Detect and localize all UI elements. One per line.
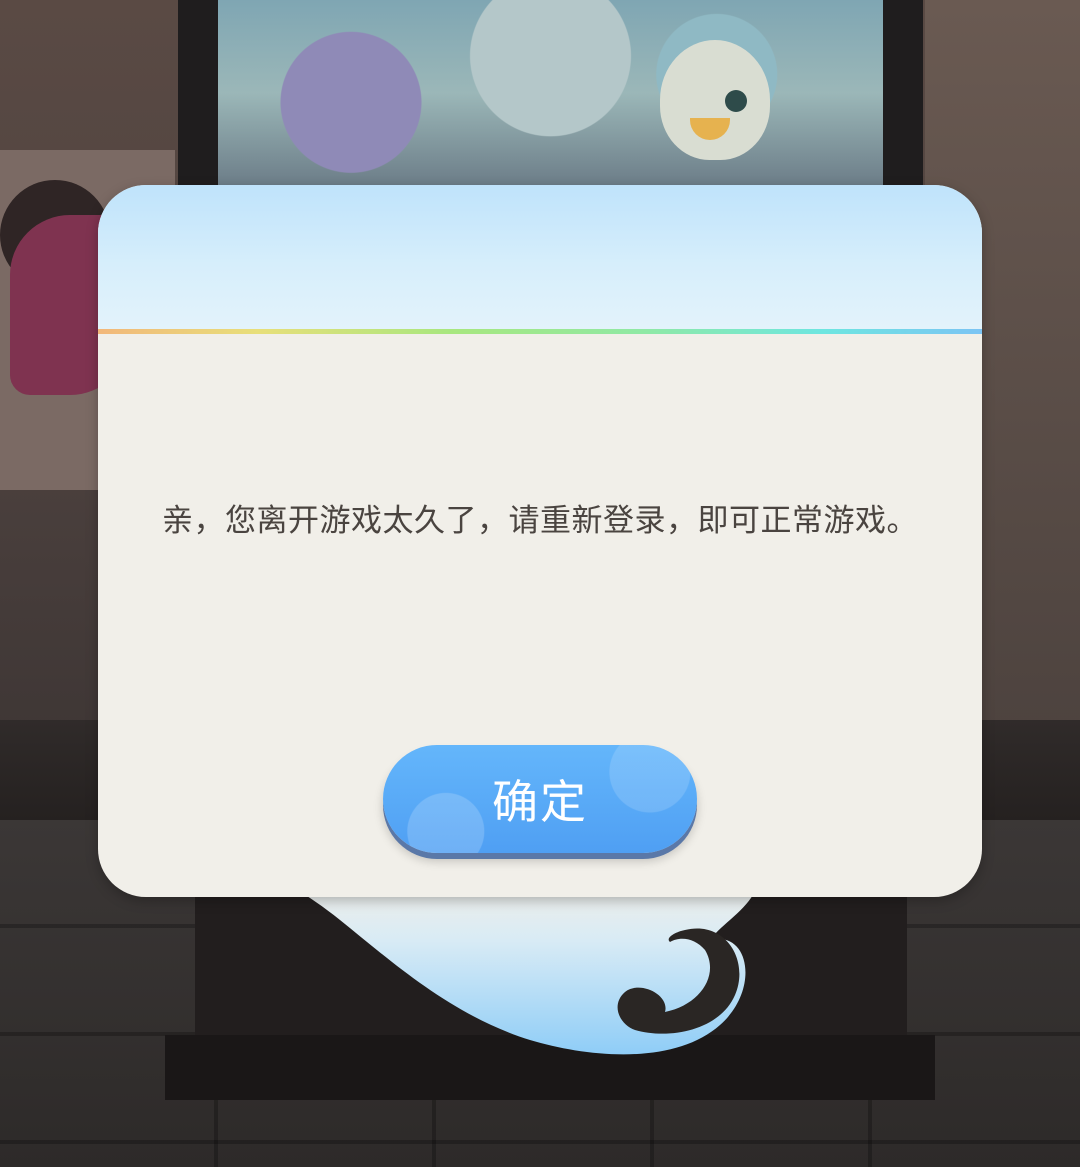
poster-bird-character	[660, 40, 770, 160]
relogin-dialog: 亲，您离开游戏太久了，请重新登录，即可正常游戏。 确定	[98, 185, 982, 897]
header-divider	[98, 329, 982, 334]
poster-artwork	[218, 0, 883, 186]
dialog-message: 亲，您离开游戏太久了，请重新登录，即可正常游戏。	[162, 503, 918, 539]
confirm-button[interactable]: 确定	[383, 745, 697, 853]
dialog-header	[98, 185, 982, 329]
swirl-tail-icon	[280, 880, 760, 1055]
poster-bird-eye	[725, 90, 747, 112]
